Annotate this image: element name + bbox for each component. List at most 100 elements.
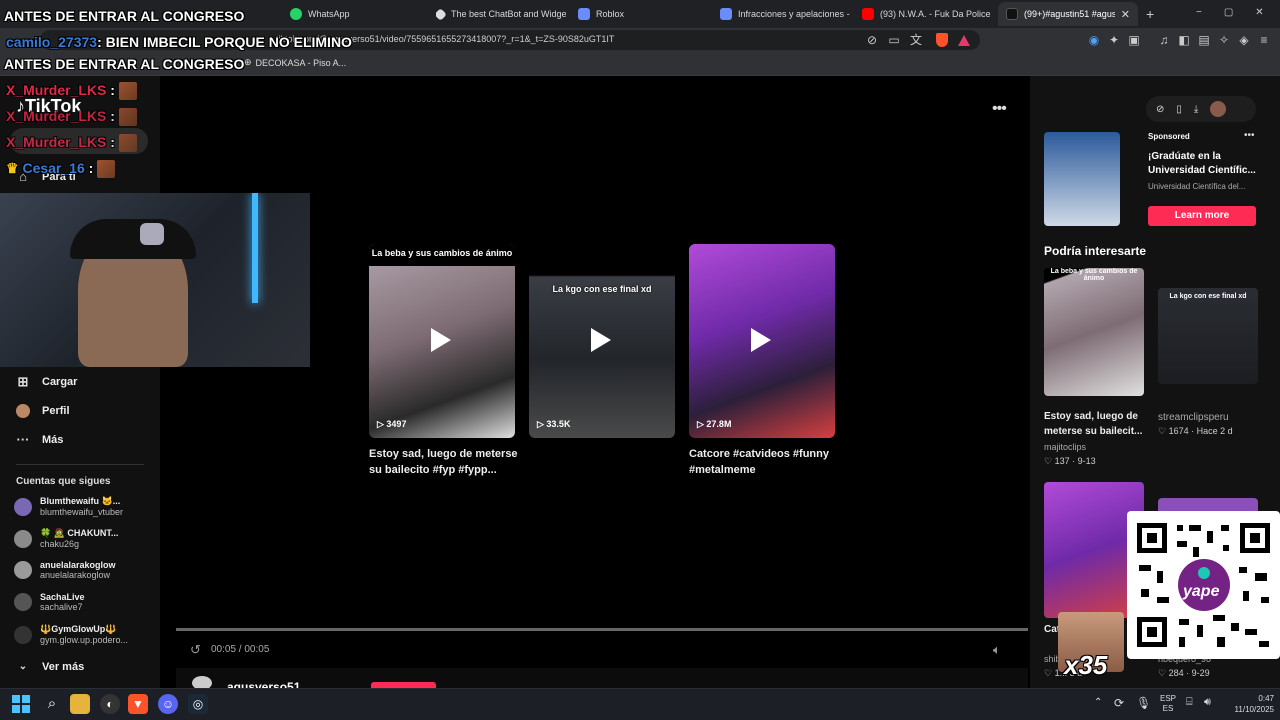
following-handle: chaku26g	[40, 539, 80, 549]
volume-icon[interactable]: 🔈︎	[993, 642, 1001, 658]
tab-tiktok-active[interactable]: (99+)#agustin51 #agustin ✕	[998, 2, 1138, 26]
tab-label: Roblox	[596, 9, 625, 19]
translate-icon[interactable]: ⊘	[864, 32, 880, 48]
author-name[interactable]: agusverso51	[227, 680, 300, 688]
learn-more-button[interactable]: Learn more	[1148, 206, 1256, 226]
tab-youtube[interactable]: (93) N.W.A. - Fuk Da Police - Yo	[862, 2, 992, 26]
nav-more[interactable]: ··· Más	[16, 432, 64, 447]
language-icon[interactable]: 文	[908, 32, 924, 48]
emote-icon	[118, 134, 137, 153]
maximize-button[interactable]: ▢	[1224, 7, 1233, 18]
close-tab-icon[interactable]: ✕	[1121, 8, 1130, 21]
yape-qr-overlay: yape	[1127, 511, 1280, 659]
brave-rewards-icon[interactable]	[958, 35, 970, 46]
following-item[interactable]: 🍀 🧟 CHAKUNT... chaku26g	[14, 528, 118, 549]
tray-chevron-icon[interactable]: ⌃	[1094, 697, 1102, 708]
see-more-label: Ver más	[42, 661, 85, 673]
tab-infracciones[interactable]: Infracciones y apelaciones - Ro	[720, 2, 850, 26]
video-caption: La beba y sus cambios de ánimo	[1050, 268, 1138, 282]
suggested-user[interactable]: majitoclips	[1044, 442, 1086, 452]
nav-profile[interactable]: Perfil	[16, 404, 70, 418]
obs-icon[interactable]: ◐	[100, 694, 120, 714]
more-options-icon[interactable]: •••	[992, 100, 1007, 118]
minimize-button[interactable]: −	[1196, 7, 1202, 18]
roblox-icon	[720, 8, 732, 20]
time-display: 00:05 / 00:05	[211, 644, 270, 655]
ad-subtitle: Universidad Científica del...	[1148, 182, 1246, 191]
suggested-user[interactable]: streamclipsperu	[1158, 412, 1229, 423]
bookmark-decokasa[interactable]: ⊕ DECOKASA - Piso A...	[244, 57, 346, 68]
leo-icon[interactable]: ✧	[1216, 32, 1232, 48]
more-dots-icon: ···	[16, 432, 30, 447]
phone-icon[interactable]: ▯	[1176, 104, 1182, 115]
following-item[interactable]: anuelalarakoglow anuelalarakoglow	[14, 560, 116, 580]
discord-icon[interactable]: ☺	[158, 694, 178, 714]
video-title[interactable]: Catcore #catvideos #funny #metalmeme	[689, 446, 839, 478]
view-count: ▷ 33.5K	[537, 419, 571, 429]
clock-time: 0:47	[1258, 694, 1274, 703]
vpn-icon[interactable]: ◈	[1236, 32, 1252, 48]
speaker-icon[interactable]: 🔊︎	[1204, 696, 1211, 709]
brave-icon[interactable]: ▼	[128, 694, 148, 714]
user-avatar[interactable]	[1210, 101, 1227, 117]
nav-upload[interactable]: ⊞ Cargar	[16, 374, 78, 389]
following-item[interactable]: Blumthewaifu 🐱... blumthewaifu_vtuber	[14, 496, 123, 517]
start-button[interactable]	[12, 695, 30, 713]
likes: 284	[1168, 668, 1184, 678]
steam-icon[interactable]: ◎	[188, 694, 208, 714]
suggested-title: Podría interesarte	[1044, 244, 1147, 258]
screen-icon[interactable]: ▭	[886, 32, 902, 48]
compass-icon[interactable]: ⊘	[1156, 104, 1164, 115]
download-icon[interactable]: ⤓	[1194, 104, 1198, 115]
tab-roblox[interactable]: Roblox	[578, 2, 708, 26]
top-actions: ⊘ ▯ ⤓	[1146, 96, 1256, 122]
chat-user: X_Murder_LKS	[6, 108, 107, 124]
network-icon[interactable]: ⌸	[1186, 696, 1193, 709]
following-item[interactable]: 🔱GymGlowUp🔱 gym.glow.up.podero...	[14, 624, 128, 645]
suggested-title-text[interactable]: Estoy sad, luego de meterse su bailecit.…	[1044, 409, 1148, 439]
related-video-card[interactable]: La beba y sus cambios de ánimo ▷ 3497	[369, 244, 515, 438]
sidebar-icon[interactable]: ▣	[1126, 32, 1142, 48]
following-name: 🍀 🧟 CHAKUNT...	[40, 528, 119, 538]
tab-whatsapp[interactable]: WhatsApp	[290, 2, 430, 26]
music-icon[interactable]: ♫	[1156, 32, 1172, 48]
video-title[interactable]: Estoy sad, luego de meterse su bailecito…	[369, 446, 519, 478]
progress-bar[interactable]	[176, 628, 1028, 631]
language-indicator[interactable]: ESP ES	[1160, 694, 1176, 714]
menu-icon[interactable]: ≡	[1256, 32, 1272, 48]
following-name: anuelalarakoglow	[40, 560, 116, 570]
ad-title[interactable]: ¡Gradúate en la Universidad Científic...	[1148, 150, 1258, 178]
related-video-card[interactable]: ▷ 27.8M	[689, 244, 835, 438]
chat-user: camilo_27373	[6, 34, 98, 50]
plus-square-icon: ⊞	[17, 374, 29, 389]
file-explorer-icon[interactable]	[70, 694, 90, 714]
tray-sync-icon[interactable]: ⟳	[1114, 696, 1124, 710]
new-tab-button[interactable]: +	[1146, 6, 1154, 22]
microphone-icon[interactable]: 🎙︎	[1136, 696, 1151, 710]
search-icon[interactable]: ⌕	[42, 694, 62, 714]
view-count: ▷ 27.8M	[697, 419, 732, 429]
clock[interactable]: 0:47 11/10/2025	[1226, 693, 1274, 715]
avatar	[14, 497, 32, 516]
views-value: 3497	[386, 419, 407, 429]
ad-image[interactable]	[1044, 132, 1120, 226]
audio-icon[interactable]: ◉	[1086, 32, 1102, 48]
ad-more-icon[interactable]: •••	[1244, 130, 1255, 141]
related-video-card[interactable]: La kgo con ese final xd ▷ 33.5K	[529, 244, 675, 438]
video-caption: La beba y sus cambios de ánimo	[369, 244, 515, 266]
panel-icon[interactable]: ◧	[1176, 32, 1192, 48]
suggested-video-card[interactable]: La beba y sus cambios de ánimo	[1044, 268, 1144, 396]
see-more-button[interactable]: ⌄ Ver más	[16, 660, 84, 674]
replay-icon[interactable]: ↺	[190, 642, 201, 658]
suggested-video-card[interactable]: La kgo con ese final xd	[1158, 288, 1258, 384]
tab-chatbot[interactable]: The best ChatBot and Widgets	[436, 2, 566, 26]
combo-counter: x35	[1064, 650, 1108, 680]
avatar	[14, 529, 32, 548]
brave-shield-icon[interactable]	[936, 33, 948, 47]
extensions-icon[interactable]: ✦	[1106, 32, 1122, 48]
close-window-button[interactable]: ✕	[1255, 7, 1263, 18]
cap-badge	[140, 223, 164, 245]
following-item[interactable]: SachaLive sachalive7	[14, 592, 85, 612]
streamer-cap	[70, 219, 196, 259]
wallet-icon[interactable]: ▤	[1196, 32, 1212, 48]
